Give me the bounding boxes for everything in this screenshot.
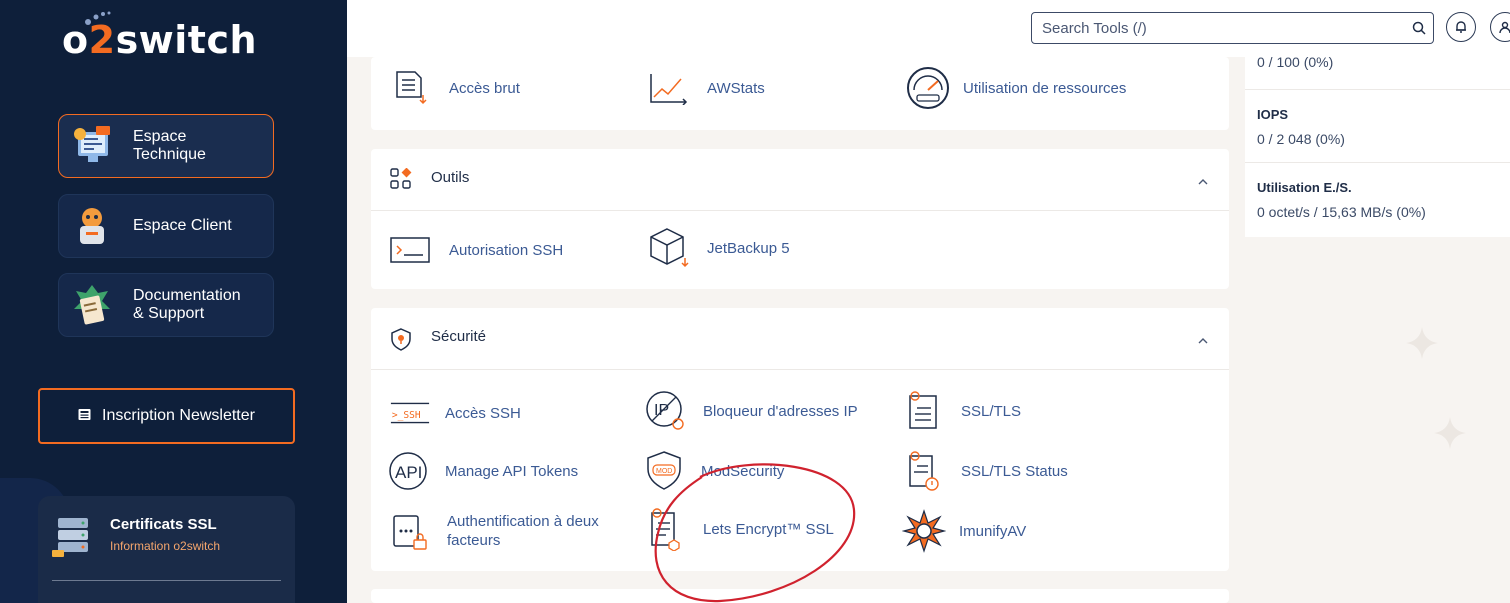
tool-label: ModSecurity: [701, 462, 785, 480]
tool-label: Authentification à deux facteurs: [447, 513, 599, 549]
divider: [52, 580, 281, 581]
sidebar-item-label: Espace Client: [133, 217, 232, 234]
tool-acces-brut[interactable]: Accès brut: [389, 67, 520, 109]
svg-text:>_SSH: >_SSH: [392, 410, 421, 421]
svg-text:API: API: [395, 463, 422, 482]
sidebar-item-label: Documentation & Support: [133, 287, 241, 322]
tool-autorisation-ssh[interactable]: Autorisation SSH: [389, 229, 563, 271]
tool-utilisation-ressources[interactable]: Utilisation de ressources: [903, 65, 1126, 111]
sidebar-item-documentation[interactable]: Documentation & Support: [58, 273, 274, 337]
sidebar-item-espace-client[interactable]: Espace Client: [58, 194, 274, 258]
gauge-icon: [903, 65, 953, 111]
newsletter-label: Inscription Newsletter: [102, 407, 255, 424]
ssl-card-subtitle: Information o2switch: [110, 539, 221, 553]
stat-title-iops: IOPS: [1257, 107, 1289, 122]
ip-blocker-icon: IP: [641, 390, 689, 432]
two-factor-icon: [389, 510, 431, 552]
ssh-icon: >_SSH: [389, 392, 431, 434]
tool-label: Accès brut: [449, 79, 520, 97]
logo-prefix: o: [62, 18, 89, 62]
brand-logo[interactable]: o2switch: [62, 18, 257, 62]
tool-jetbackup[interactable]: JetBackup 5: [647, 227, 790, 269]
tool-label: ImunifyAV: [959, 522, 1027, 540]
server-icon: [50, 514, 100, 562]
tool-ssl-tls-status[interactable]: SSL/TLS Status: [901, 450, 1068, 492]
stat-value-iops: 0 / 2 048 (0%): [1257, 131, 1345, 147]
tool-acces-ssh[interactable]: >_SSH Accès SSH: [389, 392, 521, 434]
ssl-info-card[interactable]: Certificats SSL Information o2switch: [38, 496, 295, 603]
outils-panel: Outils Autorisation SSH JetBackup 5: [371, 149, 1229, 289]
monitor-code-icon: [69, 123, 115, 169]
robot-mascot-icon: [69, 203, 115, 249]
tool-label: Bloqueur d'adresses IP: [703, 402, 858, 420]
search-box[interactable]: [1031, 12, 1434, 44]
sidebar: o2switch Espace Technique Espace Client …: [0, 0, 347, 603]
imunify-icon: [901, 508, 947, 554]
chevron-up-icon[interactable]: [1197, 330, 1209, 349]
outils-header[interactable]: Outils: [371, 149, 1229, 211]
tool-awstats[interactable]: AWStats: [647, 67, 765, 109]
chevron-up-icon[interactable]: [1197, 171, 1209, 190]
shield-icon: [390, 327, 412, 355]
sparkle-icon: [1434, 417, 1466, 449]
certificate-icon: [901, 390, 943, 432]
tool-label: SSL/TLS Status: [961, 462, 1068, 480]
tool-label: Manage API Tokens: [445, 462, 579, 480]
tool-ssl-tls[interactable]: SSL/TLS: [901, 390, 1021, 432]
tool-manage-api-tokens[interactable]: API Manage API Tokens: [387, 450, 578, 492]
tool-modsecurity[interactable]: MOD ModSecurity: [643, 450, 784, 492]
sparkle-icon: [1406, 327, 1438, 359]
tool-lets-encrypt-ssl[interactable]: Lets Encrypt™ SSL: [643, 508, 834, 551]
securite-panel: Sécurité >_SSH Accès SSH IP Bloqueur d'a…: [371, 308, 1229, 571]
logo-suffix: switch: [115, 18, 258, 62]
tool-label: JetBackup 5: [707, 239, 790, 257]
sidebar-item-label: Espace Technique: [133, 128, 206, 163]
tool-imunifyav[interactable]: ImunifyAV: [901, 508, 1026, 554]
divider: [1245, 89, 1510, 90]
clipboard-docs-icon: [69, 282, 115, 328]
stat-title-io: Utilisation E./S.: [1257, 180, 1352, 195]
api-icon: API: [387, 450, 429, 492]
ssl-card-title: Certificats SSL: [110, 516, 217, 533]
mod-shield-icon: MOD: [643, 450, 685, 492]
bell-icon[interactable]: [1446, 12, 1476, 42]
tool-authentification-2fa[interactable]: Authentification à deux facteurs: [389, 510, 599, 552]
tool-label: Lets Encrypt™ SSL: [703, 520, 834, 538]
tool-label: Autorisation SSH: [449, 241, 564, 259]
tool-label: SSL/TLS: [961, 402, 1022, 420]
line-chart-icon: [647, 67, 689, 109]
terminal-icon: [389, 229, 431, 271]
certificate-status-icon: [901, 450, 943, 492]
logo-digit: 2: [88, 18, 116, 62]
letsencrypt-icon: [643, 508, 685, 551]
newsletter-button[interactable]: Inscription Newsletter: [38, 388, 295, 444]
svg-text:MOD: MOD: [656, 468, 672, 475]
divider: [1245, 162, 1510, 163]
sidebar-item-espace-technique[interactable]: Espace Technique: [58, 114, 274, 178]
tool-label: AWStats: [707, 79, 765, 97]
tool-label: Utilisation de ressources: [963, 79, 1127, 97]
metrics-panel: Accès brut AWStats Utilisation de ressou…: [371, 57, 1229, 130]
raw-access-icon: [389, 67, 431, 109]
section-title: Outils: [431, 169, 470, 186]
stat-value-io: 0 octet/s / 15,63 MB/s (0%): [1257, 204, 1426, 220]
search-icon[interactable]: [1405, 21, 1433, 35]
section-title: Sécurité: [431, 328, 487, 345]
tool-bloqueur-ip[interactable]: IP Bloqueur d'adresses IP: [641, 390, 858, 432]
stat-value-top: 0 / 100 (0%): [1257, 54, 1334, 70]
backup-box-icon: [647, 227, 689, 269]
tool-label: Accès SSH: [445, 404, 521, 422]
securite-header[interactable]: Sécurité: [371, 308, 1229, 370]
newspaper-icon: [78, 408, 92, 424]
next-panel: [371, 589, 1229, 603]
shapes-grid-icon: [390, 167, 412, 194]
search-input[interactable]: [1032, 14, 1405, 42]
stats-panel: 0 / 100 (0%) IOPS 0 / 2 048 (0%) Utilisa…: [1245, 54, 1510, 237]
